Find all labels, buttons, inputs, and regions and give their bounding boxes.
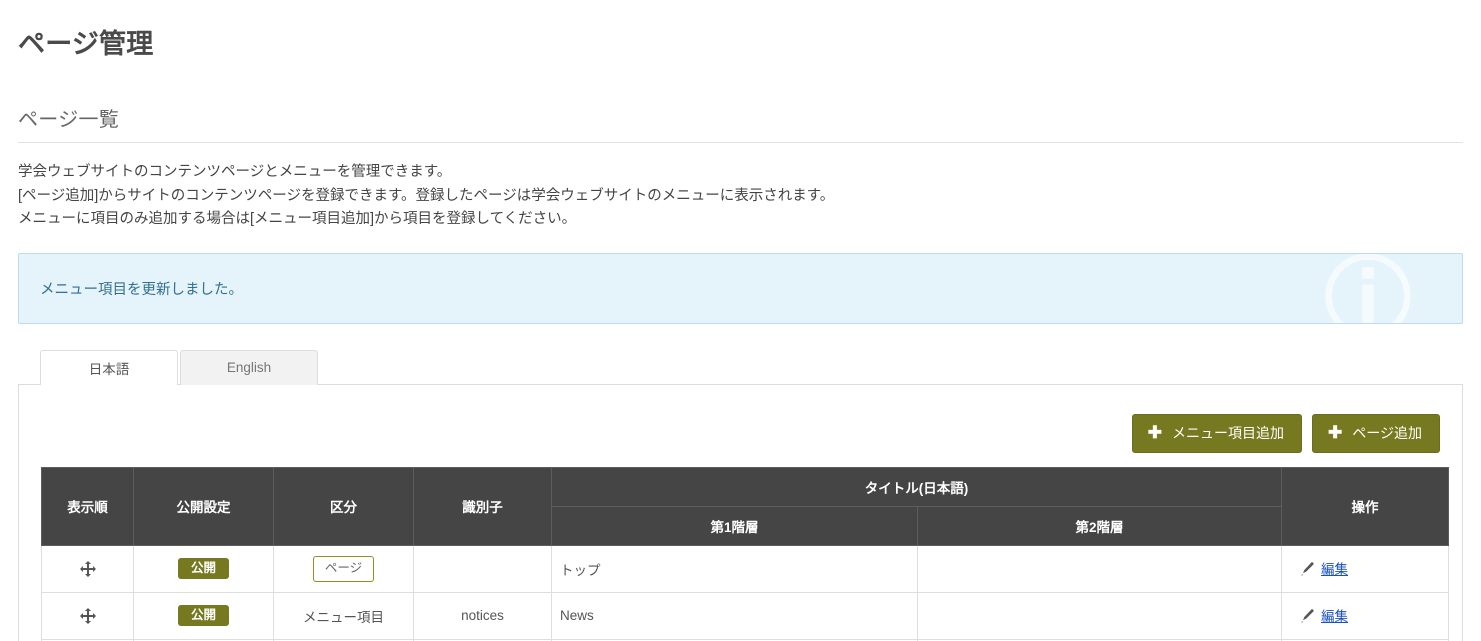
- col-header-operations: 操作: [1281, 466, 1449, 546]
- row-kind-cell: メニュー項目: [273, 591, 414, 640]
- row-drag-cell[interactable]: [41, 544, 134, 593]
- tab-english-label: English: [226, 360, 272, 375]
- col-header-order: 表示順: [41, 466, 134, 546]
- info-circle-icon: [1320, 253, 1416, 323]
- table-row: 公開 ページ トップ 編集: [41, 544, 1449, 593]
- col-header-level2: 第2階層: [917, 505, 1282, 546]
- table-actions: ✚ メニュー項目追加 ✚ ページ追加: [41, 405, 1440, 467]
- info-alert-message: メニュー項目を更新しました。: [40, 281, 243, 298]
- row-level1-cell: News: [551, 591, 918, 640]
- description-line-1: 学会ウェブサイトのコンテンツページとメニューを管理できます。: [18, 164, 452, 180]
- row-identifier-cell: [413, 544, 552, 593]
- row-level2-cell: [917, 544, 1282, 593]
- add-menu-item-button[interactable]: ✚ メニュー項目追加: [1131, 413, 1303, 453]
- kind-badge: ページ: [312, 555, 375, 582]
- col-header-level1: 第1階層: [551, 505, 918, 546]
- col-header-kind: 区分: [273, 466, 414, 546]
- row-level2-cell: [917, 591, 1282, 640]
- row-drag-cell[interactable]: [41, 591, 134, 640]
- description-line-2: [ページ追加]からサイトのコンテンツページを登録できます。登録したページは学会ウ…: [18, 187, 835, 204]
- tab-panel-japanese: ✚ メニュー項目追加 ✚ ページ追加 表示順 公開設定 区分 識別子 タイトル(…: [18, 383, 1463, 641]
- pages-table-body: 公開 ページ トップ 編集 公開 メニュー項目 notices News 編集: [41, 544, 1449, 641]
- pencil-icon: [1300, 608, 1315, 623]
- row-level1-cell: トップ: [551, 544, 918, 593]
- col-header-publish: 公開設定: [133, 466, 274, 546]
- section-title: ページ一覧: [18, 109, 120, 131]
- pages-table-head: 表示順 公開設定 区分 識別子 タイトル(日本語) 操作 第1階層 第2階層: [41, 466, 1449, 546]
- plus-icon: ✚: [1328, 423, 1343, 442]
- add-menu-item-label: メニュー項目追加: [1172, 424, 1285, 441]
- language-tabs: 日本語 English: [18, 349, 1463, 386]
- page-title: ページ管理: [18, 29, 154, 59]
- table-header-row-1: 表示順 公開設定 区分 識別子 タイトル(日本語) 操作: [41, 466, 1449, 546]
- tab-japanese[interactable]: 日本語: [40, 349, 178, 386]
- add-page-label: ページ追加: [1352, 424, 1422, 441]
- page-root: ページ管理 ページ一覧 学会ウェブサイトのコンテンツページとメニューを管理できま…: [0, 0, 1481, 641]
- move-arrows-icon[interactable]: [79, 607, 96, 624]
- page-description: 学会ウェブサイトのコンテンツページとメニューを管理できます。 [ページ追加]から…: [18, 143, 1463, 232]
- table-row: 公開 メニュー項目 notices News 編集: [41, 591, 1449, 640]
- add-page-button[interactable]: ✚ ページ追加: [1312, 413, 1440, 453]
- edit-link[interactable]: 編集: [1321, 558, 1348, 578]
- edit-link[interactable]: 編集: [1321, 605, 1348, 625]
- tab-japanese-label: 日本語: [88, 361, 130, 377]
- row-kind-cell: ページ: [273, 544, 414, 593]
- edit-action[interactable]: 編集: [1290, 558, 1348, 578]
- status-badge: 公開: [177, 604, 229, 627]
- status-badge: 公開: [177, 557, 229, 580]
- language-tabs-wrapper: 日本語 English ✚ メニュー項目追加 ✚ ページ追加 表示順 公開設定 …: [18, 349, 1463, 641]
- edit-action[interactable]: 編集: [1290, 605, 1348, 625]
- row-operations-cell: 編集: [1281, 591, 1449, 640]
- plus-icon: ✚: [1147, 423, 1163, 442]
- row-operations-cell: 編集: [1281, 544, 1449, 593]
- pencil-icon: [1300, 561, 1315, 576]
- row-publish-cell: 公開: [133, 544, 274, 593]
- info-alert: メニュー項目を更新しました。: [18, 252, 1463, 324]
- description-line-3: メニューに項目のみ追加する場合は[メニュー項目追加]から項目を登録してください。: [18, 211, 577, 227]
- row-publish-cell: 公開: [133, 591, 274, 640]
- col-header-identifier: 識別子: [413, 466, 552, 546]
- tab-english[interactable]: English: [180, 349, 318, 385]
- pages-table: 表示順 公開設定 区分 識別子 タイトル(日本語) 操作 第1階層 第2階層 公…: [41, 466, 1449, 641]
- row-identifier-cell: notices: [413, 591, 552, 640]
- move-arrows-icon[interactable]: [79, 560, 96, 577]
- col-header-title-group: タイトル(日本語): [551, 466, 1282, 507]
